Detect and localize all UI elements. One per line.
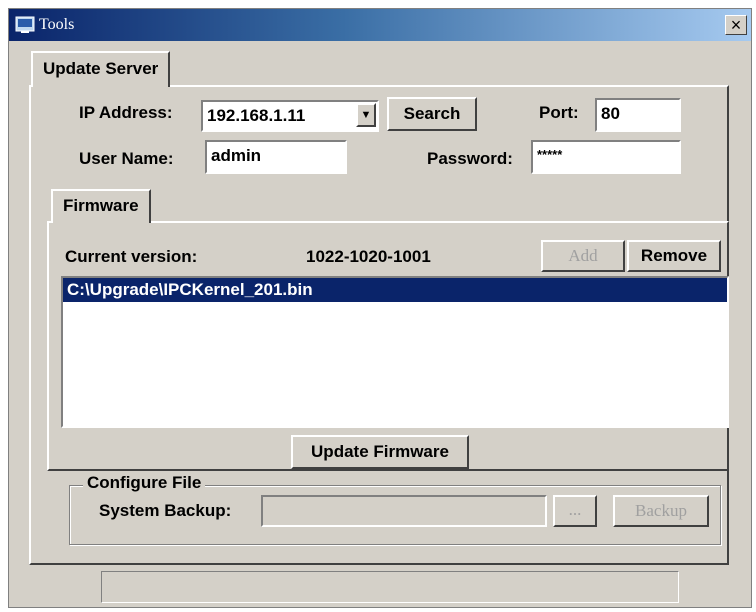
tab-update-server[interactable]: Update Server [31, 51, 171, 87]
current-version-value: 1022-1020-1001 [306, 247, 431, 266]
firmware-file-path: C:\Upgrade\IPCKernel_201.bin [67, 280, 313, 299]
user-name-label: User Name: [79, 149, 174, 168]
port-field[interactable]: 80 [595, 98, 681, 132]
tab-firmware-label: Firmware [63, 196, 139, 215]
system-backup-label: System Backup: [99, 501, 232, 520]
port-label: Port: [539, 103, 579, 122]
browse-button[interactable]: ... [553, 495, 597, 527]
system-backup-path-field[interactable] [261, 495, 547, 527]
window-title: Tools [39, 16, 75, 33]
password-field[interactable]: ***** [531, 140, 681, 174]
status-bar [101, 571, 679, 603]
ip-address-label: IP Address: [79, 103, 173, 122]
remove-button[interactable]: Remove [627, 240, 721, 272]
search-button[interactable]: Search [387, 97, 477, 131]
add-button[interactable]: Add [541, 240, 625, 272]
tools-window: Tools × Update Server IP Address: 192.16… [8, 8, 752, 608]
update-firmware-button[interactable]: Update Firmware [291, 435, 469, 469]
ip-address-dropdown[interactable]: 192.168.1.11 ▼ [201, 100, 379, 132]
title-bar[interactable]: Tools × [9, 9, 751, 41]
user-name-field[interactable]: admin [205, 140, 347, 174]
configure-file-legend: Configure File [83, 473, 206, 493]
tools-app-icon [15, 16, 35, 33]
close-button[interactable]: × [725, 15, 747, 35]
chevron-down-icon[interactable]: ▼ [356, 103, 376, 127]
tab-update-server-label: Update Server [43, 59, 159, 78]
current-version-label: Current version: [65, 247, 198, 266]
password-label: Password: [427, 149, 513, 168]
backup-button[interactable]: Backup [613, 495, 709, 527]
ip-address-value: 192.168.1.11 [207, 106, 306, 125]
tab-firmware[interactable]: Firmware [51, 189, 151, 223]
firmware-file-list[interactable]: C:\Upgrade\IPCKernel_201.bin [61, 276, 729, 428]
list-item[interactable]: C:\Upgrade\IPCKernel_201.bin [63, 278, 727, 302]
